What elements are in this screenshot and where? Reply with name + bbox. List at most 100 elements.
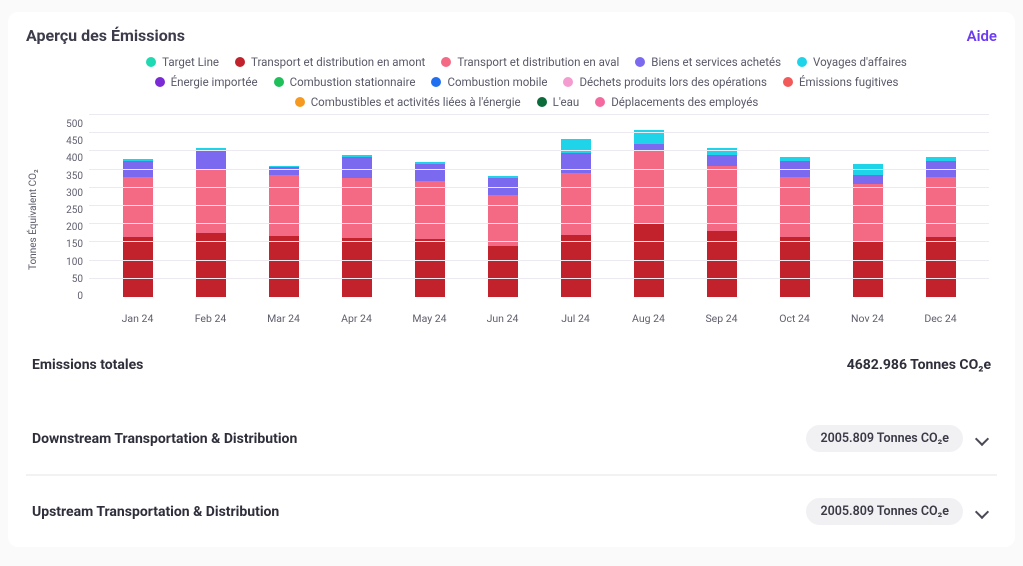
- x-tick-label: Dec 24: [911, 312, 971, 325]
- bar[interactable]: [780, 157, 810, 297]
- x-tick-label: Apr 24: [327, 312, 387, 325]
- legend-item[interactable]: Transport et distribution en amont: [235, 55, 425, 69]
- legend-item[interactable]: Énergie importée: [155, 75, 258, 89]
- bar-segment: [415, 181, 445, 239]
- help-link[interactable]: Aide: [967, 27, 997, 45]
- y-tick: 350: [41, 172, 83, 182]
- legend-dot-icon: [441, 57, 451, 67]
- legend-dot-icon: [783, 77, 793, 87]
- legend-item[interactable]: Combustion stationnaire: [274, 75, 416, 89]
- card-title: Aperçu des Émissions: [26, 26, 185, 45]
- y-tick: 200: [41, 223, 83, 233]
- legend-item[interactable]: Déchets produits lors des opérations: [563, 75, 766, 89]
- legend-label: Transport et distribution en amont: [251, 55, 425, 69]
- bar[interactable]: [123, 159, 153, 297]
- summary-total-label: Emissions totales: [32, 357, 143, 373]
- summary-category-value: 2005.809 Tonnes CO₂e: [806, 498, 963, 525]
- x-tick-label: Jun 24: [473, 312, 533, 325]
- x-tick-label: Sep 24: [692, 312, 752, 325]
- bar-segment: [415, 239, 445, 297]
- y-tick: 450: [41, 137, 83, 147]
- summary-category-row: Downstream Transportation & Distribution…: [26, 403, 997, 474]
- legend-item[interactable]: L'eau: [537, 95, 580, 109]
- legend-label: L'eau: [553, 95, 580, 109]
- legend-dot-icon: [797, 57, 807, 67]
- summary-category-label: Upstream Transportation & Distribution: [32, 504, 279, 520]
- grid-line: [89, 169, 989, 170]
- legend-label: Déplacements des employés: [611, 95, 758, 109]
- y-tick: 50: [41, 275, 83, 285]
- x-tick-label: May 24: [400, 312, 460, 325]
- legend-label: Voyages d'affaires: [813, 55, 907, 69]
- bar-segment: [853, 184, 883, 240]
- summary-category-row: Upstream Transportation & Distribution 20…: [26, 474, 997, 547]
- grid-line: [89, 223, 989, 224]
- legend-item[interactable]: Target Line: [146, 55, 219, 69]
- legend-item[interactable]: Biens et services achetés: [635, 55, 781, 69]
- bar-segment: [780, 237, 810, 297]
- legend-label: Déchets produits lors des opérations: [579, 75, 766, 89]
- grid-line: [89, 205, 989, 206]
- bar-segment: [707, 166, 737, 232]
- bar-segment: [196, 233, 226, 297]
- bar[interactable]: [926, 157, 956, 297]
- summary-category-value: 2005.809 Tonnes CO₂e: [806, 425, 963, 452]
- legend-dot-icon: [146, 57, 156, 67]
- grid-line: [89, 150, 989, 151]
- legend-dot-icon: [563, 77, 573, 87]
- bar[interactable]: [488, 176, 518, 297]
- legend-item[interactable]: Combustibles et activités liées à l'éner…: [295, 95, 521, 109]
- grid-line: [89, 114, 989, 115]
- y-axis: 050100150200250300350400450500: [41, 115, 83, 325]
- chart-area: Tonnes Équivalent CO₂ 050100150200250300…: [26, 115, 997, 325]
- chevron-down-icon[interactable]: [975, 431, 989, 445]
- y-tick: 500: [41, 120, 83, 130]
- legend-item[interactable]: Combustion mobile: [431, 75, 547, 89]
- y-tick: 0: [41, 292, 83, 302]
- x-tick-label: Feb 24: [181, 312, 241, 325]
- y-tick: 100: [41, 258, 83, 268]
- grid-line: [89, 241, 989, 242]
- bar-segment: [561, 153, 591, 173]
- y-tick: 150: [41, 240, 83, 250]
- bar-segment: [269, 236, 299, 297]
- x-tick-label: Jul 24: [546, 312, 606, 325]
- legend-dot-icon: [537, 97, 547, 107]
- bar-segment: [926, 237, 956, 297]
- legend-dot-icon: [431, 77, 441, 87]
- legend-dot-icon: [274, 77, 284, 87]
- summary-total-row: Emissions totales 4682.986 Tonnes CO₂e: [26, 335, 997, 395]
- legend-item[interactable]: Transport et distribution en aval: [441, 55, 619, 69]
- summary-category-label: Downstream Transportation & Distribution: [32, 431, 297, 447]
- x-tick-label: Oct 24: [765, 312, 825, 325]
- bar[interactable]: [342, 155, 372, 297]
- grid-line: [89, 132, 989, 133]
- bar-segment: [488, 195, 518, 246]
- bar[interactable]: [561, 139, 591, 297]
- legend-label: Biens et services achetés: [651, 55, 781, 69]
- legend-label: Combustion mobile: [447, 75, 547, 89]
- legend-label: Émissions fugitives: [799, 75, 898, 89]
- legend-label: Transport et distribution en aval: [457, 55, 619, 69]
- bar-segment: [561, 235, 591, 297]
- bar-segment: [853, 164, 883, 175]
- bar[interactable]: [415, 162, 445, 297]
- y-axis-label: Tonnes Équivalent CO₂: [26, 115, 41, 325]
- chart-legend: Target Line Transport et distribution en …: [26, 55, 997, 109]
- legend-dot-icon: [235, 57, 245, 67]
- legend-item[interactable]: Déplacements des employés: [595, 95, 758, 109]
- x-tick-label: Mar 24: [254, 312, 314, 325]
- y-tick: 400: [41, 154, 83, 164]
- x-tick-label: Jan 24: [108, 312, 168, 325]
- y-tick: 300: [41, 189, 83, 199]
- legend-item[interactable]: Voyages d'affaires: [797, 55, 907, 69]
- bar[interactable]: [634, 130, 664, 297]
- chevron-down-icon[interactable]: [975, 504, 989, 518]
- bar-segment: [853, 241, 883, 297]
- legend-label: Énergie importée: [171, 75, 258, 89]
- legend-dot-icon: [635, 57, 645, 67]
- x-tick-label: Nov 24: [838, 312, 898, 325]
- legend-item[interactable]: Émissions fugitives: [783, 75, 898, 89]
- legend-label: Combustibles et activités liées à l'éner…: [311, 95, 521, 109]
- legend-label: Combustion stationnaire: [290, 75, 416, 89]
